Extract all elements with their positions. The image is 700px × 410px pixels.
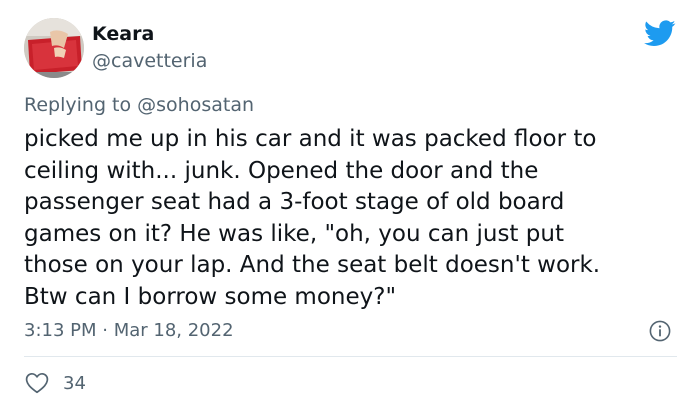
tweet-text-line: Btw can I borrow some money?": [24, 283, 397, 310]
reply-mention-link[interactable]: @sohosatan: [137, 94, 254, 116]
replying-to: Replying to @sohosatan: [24, 94, 254, 116]
replying-to-label: Replying to: [24, 94, 138, 116]
author-handle[interactable]: @cavetteria: [92, 50, 207, 72]
tweet-timestamp[interactable]: 3:13 PM · Mar 18, 2022: [24, 320, 234, 341]
avatar[interactable]: [24, 18, 84, 78]
tweet-text-line: ceiling with... junk. Opened the door an…: [24, 157, 539, 184]
tweet-card: Keara @cavetteria Replying to @sohosatan…: [0, 0, 700, 410]
divider: [24, 356, 677, 357]
heart-icon[interactable]: [25, 372, 49, 394]
profile-photo-icon: [24, 18, 84, 78]
tweet-text: picked me up in his car and it was packe…: [24, 124, 684, 313]
tweet-text-line: those on your lap. And the seat belt doe…: [24, 252, 601, 278]
tweet-text-line: passenger seat had a 3-foot stage of old…: [24, 189, 565, 215]
twitter-bird-icon: [644, 20, 676, 47]
author-name[interactable]: Keara: [92, 23, 154, 45]
like-count: 34: [63, 373, 86, 394]
tweet-text-line: picked me up in his car and it was packe…: [24, 126, 597, 152]
info-icon[interactable]: [649, 320, 671, 342]
tweet-text-line: games on it? He was like, "oh, you can j…: [24, 220, 564, 247]
